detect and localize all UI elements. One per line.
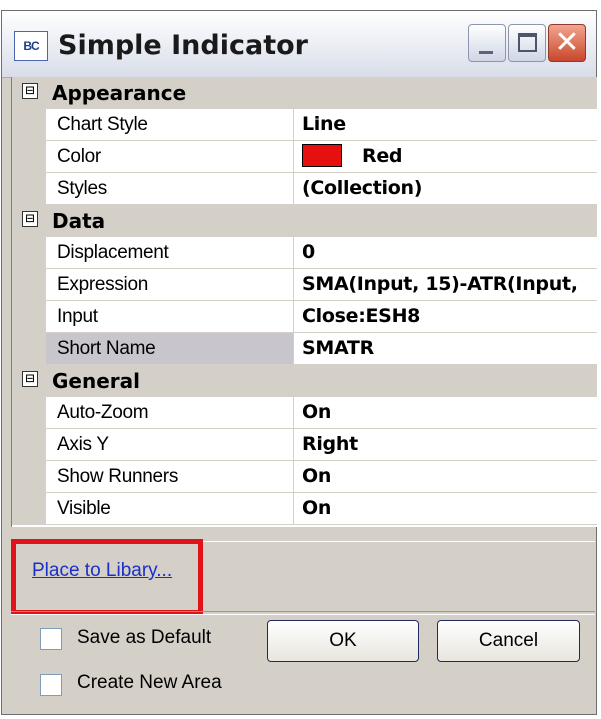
property-row-short-name[interactable]: Short Name SMATR [12, 333, 597, 365]
row-gutter [12, 269, 46, 301]
property-name-cell: Input [46, 301, 294, 332]
create-new-area-label: Create New Area [77, 672, 222, 693]
close-button[interactable]: ✕ [548, 24, 586, 62]
property-row-displacement[interactable]: Displacement 0 [12, 237, 597, 269]
row-gutter [12, 493, 46, 525]
color-swatch [302, 144, 342, 167]
property-name-cell-selected: Short Name [46, 333, 294, 364]
property-name-cell: Auto-Zoom [46, 397, 294, 428]
property-name: Input [57, 306, 98, 327]
row-gutter [12, 333, 46, 365]
property-value[interactable]: SMATR [302, 337, 374, 359]
save-as-default-checkbox[interactable] [40, 628, 62, 650]
property-name-cell: Visible [46, 493, 294, 524]
category-label: General [52, 369, 140, 393]
property-value[interactable]: On [302, 497, 331, 519]
row-gutter [12, 237, 46, 269]
category-label: Data [52, 209, 106, 233]
maximize-button[interactable] [508, 24, 546, 62]
property-name: Expression [57, 274, 148, 295]
indicator-app-icon: BC [14, 31, 48, 61]
title-bar[interactable]: BC Simple Indicator ✕ [2, 11, 596, 78]
create-new-area-checkbox[interactable] [40, 674, 62, 696]
property-name: Visible [57, 498, 111, 519]
property-value[interactable]: 0 [302, 241, 315, 263]
divider [11, 611, 595, 615]
collapse-icon[interactable]: ⊟ [22, 371, 38, 387]
save-as-default-label: Save as Default [77, 627, 212, 648]
property-row-axis-y[interactable]: Axis Y Right [12, 429, 597, 461]
ok-button[interactable]: OK [267, 620, 419, 662]
property-value[interactable]: SMA(Input, 15)-ATR(Input, [302, 273, 578, 295]
category-appearance[interactable]: ⊟ Appearance [12, 77, 597, 109]
simple-indicator-dialog: BC Simple Indicator ✕ ⊟ Appearance Chart… [1, 10, 597, 715]
row-gutter [12, 397, 46, 429]
property-value-color[interactable]: Red [302, 144, 403, 168]
property-name: Chart Style [57, 114, 148, 135]
property-name: Show Runners [57, 466, 179, 487]
property-value[interactable]: Close:ESH8 [302, 305, 420, 327]
property-value[interactable]: Right [302, 433, 358, 455]
property-name-cell: Displacement [46, 237, 294, 268]
property-row-chart-style[interactable]: Chart Style Line [12, 109, 597, 141]
property-name-cell: Chart Style [46, 109, 294, 140]
property-value[interactable]: On [302, 465, 331, 487]
property-value[interactable]: Line [302, 113, 346, 135]
collapse-icon[interactable]: ⊟ [22, 83, 38, 99]
property-name: Axis Y [57, 434, 109, 455]
property-value[interactable]: On [302, 401, 331, 423]
property-row-expression[interactable]: Expression SMA(Input, 15)-ATR(Input, [12, 269, 597, 301]
property-name: Short Name [57, 338, 156, 359]
property-name-cell: Styles [46, 173, 294, 204]
property-name-cell: Axis Y [46, 429, 294, 460]
property-name: Color [57, 146, 101, 167]
category-general[interactable]: ⊟ General [12, 365, 597, 397]
row-gutter [12, 429, 46, 461]
property-row-show-runners[interactable]: Show Runners On [12, 461, 597, 493]
property-name-cell: Show Runners [46, 461, 294, 492]
cancel-button[interactable]: Cancel [437, 620, 580, 662]
row-gutter [12, 173, 46, 205]
color-value-text: Red [362, 145, 403, 167]
window-title: Simple Indicator [58, 30, 308, 61]
category-label: Appearance [52, 81, 187, 105]
minimize-button[interactable] [468, 24, 506, 62]
maximize-icon [518, 33, 537, 52]
property-row-visible[interactable]: Visible On [12, 493, 597, 525]
property-name: Styles [57, 178, 107, 199]
property-row-auto-zoom[interactable]: Auto-Zoom On [12, 397, 597, 429]
collapse-icon[interactable]: ⊟ [22, 211, 38, 227]
row-gutter [12, 301, 46, 333]
category-data[interactable]: ⊟ Data [12, 205, 597, 237]
row-gutter [12, 109, 46, 141]
row-gutter [12, 141, 46, 173]
property-row-color[interactable]: Color Red [12, 141, 597, 173]
property-name: Displacement [57, 242, 169, 263]
close-icon: ✕ [554, 25, 580, 60]
property-grid[interactable]: ⊟ Appearance Chart Style Line Color Red … [11, 77, 597, 527]
minimize-icon [479, 51, 493, 54]
annotation-highlight-box [11, 539, 203, 615]
property-row-styles[interactable]: Styles (Collection) [12, 173, 597, 205]
property-value[interactable]: (Collection) [302, 177, 422, 199]
property-name-cell: Color [46, 141, 294, 172]
property-name-cell: Expression [46, 269, 294, 300]
property-row-input[interactable]: Input Close:ESH8 [12, 301, 597, 333]
row-gutter [12, 461, 46, 493]
property-name: Auto-Zoom [57, 402, 149, 423]
